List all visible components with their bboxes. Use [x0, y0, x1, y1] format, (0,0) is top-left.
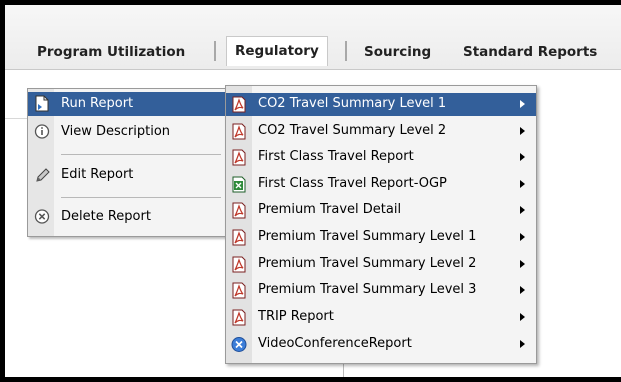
submenu-arrow-icon: [520, 206, 525, 214]
tab-bar: Program Utilization Regulatory Sourcing …: [5, 5, 621, 70]
submenu-item-label: VideoConferenceReport: [258, 336, 412, 351]
video-conference-icon: [231, 336, 247, 353]
submenu-item-label: Premium Travel Summary Level 2: [258, 256, 477, 271]
submenu-item-label: Premium Travel Detail: [258, 202, 402, 217]
submenu-item-label: CO2 Travel Summary Level 1: [258, 96, 447, 111]
tab-sourcing[interactable]: Sourcing: [364, 43, 431, 65]
submenu-item-video-conference[interactable]: VideoConferenceReport: [226, 333, 536, 356]
menu-item-label: Delete Report: [61, 209, 151, 224]
menu-item-run-report[interactable]: Run Report: [28, 92, 226, 116]
excel-report-icon: [231, 176, 247, 193]
submenu-item-first-class[interactable]: First Class Travel Report: [226, 146, 536, 169]
tab-separator: [214, 41, 216, 61]
submenu-item-premium-level-1[interactable]: Premium Travel Summary Level 1: [226, 226, 536, 249]
pdf-report-icon: [231, 96, 247, 113]
tab-program-utilization[interactable]: Program Utilization: [37, 43, 185, 65]
pdf-report-icon: [231, 256, 247, 273]
submenu-item-co2-level-1[interactable]: CO2 Travel Summary Level 1: [226, 93, 536, 116]
submenu-item-premium-level-3[interactable]: Premium Travel Summary Level 3: [226, 279, 536, 302]
delete-icon: [34, 208, 50, 225]
tab-standard-reports[interactable]: Standard Reports: [463, 43, 597, 65]
submenu-arrow-icon: [520, 100, 525, 108]
submenu-item-label: First Class Travel Report: [258, 149, 414, 164]
menu-separator: [61, 154, 221, 155]
menu-separator: [61, 197, 221, 198]
submenu-item-label: TRIP Report: [258, 309, 334, 324]
run-report-icon: [34, 95, 50, 112]
submenu-arrow-icon: [520, 286, 525, 294]
submenu-arrow-icon: [520, 260, 525, 268]
submenu-arrow-icon: [520, 233, 525, 241]
submenu-item-premium-detail[interactable]: Premium Travel Detail: [226, 199, 536, 222]
submenu-item-co2-level-2[interactable]: CO2 Travel Summary Level 2: [226, 120, 536, 143]
submenu-arrow-icon: [520, 180, 525, 188]
info-icon: [34, 123, 50, 140]
tab-regulatory[interactable]: Regulatory: [226, 36, 328, 66]
menu-item-label: View Description: [61, 124, 171, 139]
pdf-report-icon: [231, 149, 247, 166]
pdf-report-icon: [231, 202, 247, 219]
menu-item-edit-report[interactable]: Edit Report: [28, 163, 226, 187]
pdf-report-icon: [231, 123, 247, 140]
pencil-icon: [34, 166, 50, 183]
submenu-item-trip-report[interactable]: TRIP Report: [226, 306, 536, 329]
submenu-item-label: Premium Travel Summary Level 1: [258, 229, 477, 244]
pdf-report-icon: [231, 229, 247, 246]
submenu-item-label: CO2 Travel Summary Level 2: [258, 123, 447, 138]
report-list-submenu: CO2 Travel Summary Level 1 CO2 Travel Su…: [225, 85, 537, 364]
submenu-arrow-icon: [520, 340, 525, 348]
menu-item-label: Run Report: [61, 96, 134, 111]
tab-separator: [345, 41, 347, 61]
menu-item-delete-report[interactable]: Delete Report: [28, 205, 226, 229]
submenu-arrow-icon: [520, 127, 525, 135]
submenu-item-first-class-ogp[interactable]: First Class Travel Report-OGP: [226, 173, 536, 196]
submenu-arrow-icon: [520, 153, 525, 161]
menu-item-view-description[interactable]: View Description: [28, 120, 226, 144]
submenu-item-label: First Class Travel Report-OGP: [258, 176, 447, 191]
menu-item-label: Edit Report: [61, 167, 134, 182]
pdf-report-icon: [231, 309, 247, 326]
submenu-item-label: Premium Travel Summary Level 3: [258, 282, 477, 297]
submenu-item-premium-level-2[interactable]: Premium Travel Summary Level 2: [226, 253, 536, 276]
report-context-menu: Run Report View Description Edit Report: [27, 88, 227, 237]
submenu-arrow-icon: [520, 313, 525, 321]
pdf-report-icon: [231, 282, 247, 299]
